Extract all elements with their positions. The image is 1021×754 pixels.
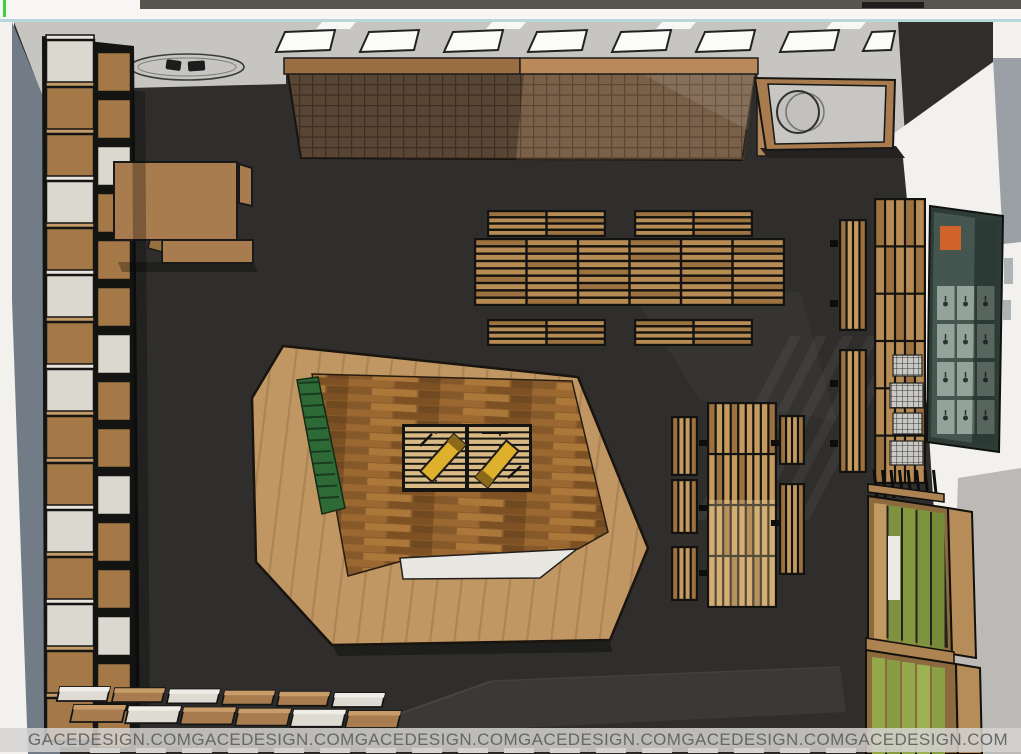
watermark-text: GACEDESIGN.COM bbox=[28, 730, 191, 750]
top-dark-bar-segment bbox=[862, 2, 924, 8]
reception-counter bbox=[755, 78, 905, 158]
wall-poster bbox=[927, 206, 1003, 452]
rug-seat-1 bbox=[165, 59, 181, 71]
green-locker-shelf bbox=[866, 470, 982, 754]
round-basin bbox=[777, 91, 819, 133]
lattice-top-rail-left bbox=[284, 58, 520, 74]
watermark-text: GACEDESIGN.COM bbox=[681, 730, 844, 750]
render-stage: GACEDESIGN.COM GACEDESIGN.COM GACEDESIGN… bbox=[0, 0, 1021, 754]
wall-cube-shelving bbox=[42, 35, 140, 750]
wall-tab-2 bbox=[1003, 300, 1011, 320]
watermark-text: GACEDESIGN.COM bbox=[518, 730, 681, 750]
display-mat bbox=[402, 424, 532, 492]
lattice-screen bbox=[284, 58, 771, 160]
watermark-text: GACEDESIGN.COM bbox=[845, 730, 1008, 750]
poster-seal bbox=[940, 226, 961, 250]
wall-tab-1 bbox=[1004, 258, 1013, 284]
lattice-top-rail-right bbox=[520, 58, 758, 74]
watermark-text: GACEDESIGN.COM bbox=[355, 730, 518, 750]
watermark-text: GACEDESIGN.COM bbox=[191, 730, 354, 750]
glass-blue-line bbox=[0, 19, 1021, 22]
watermark-bar: GACEDESIGN.COM GACEDESIGN.COM GACEDESIGN… bbox=[0, 728, 1021, 752]
rug-seat-2 bbox=[188, 60, 206, 71]
scene-render bbox=[0, 0, 1021, 754]
axis-line bbox=[3, 0, 6, 17]
bottom-display-shelves bbox=[57, 687, 401, 728]
